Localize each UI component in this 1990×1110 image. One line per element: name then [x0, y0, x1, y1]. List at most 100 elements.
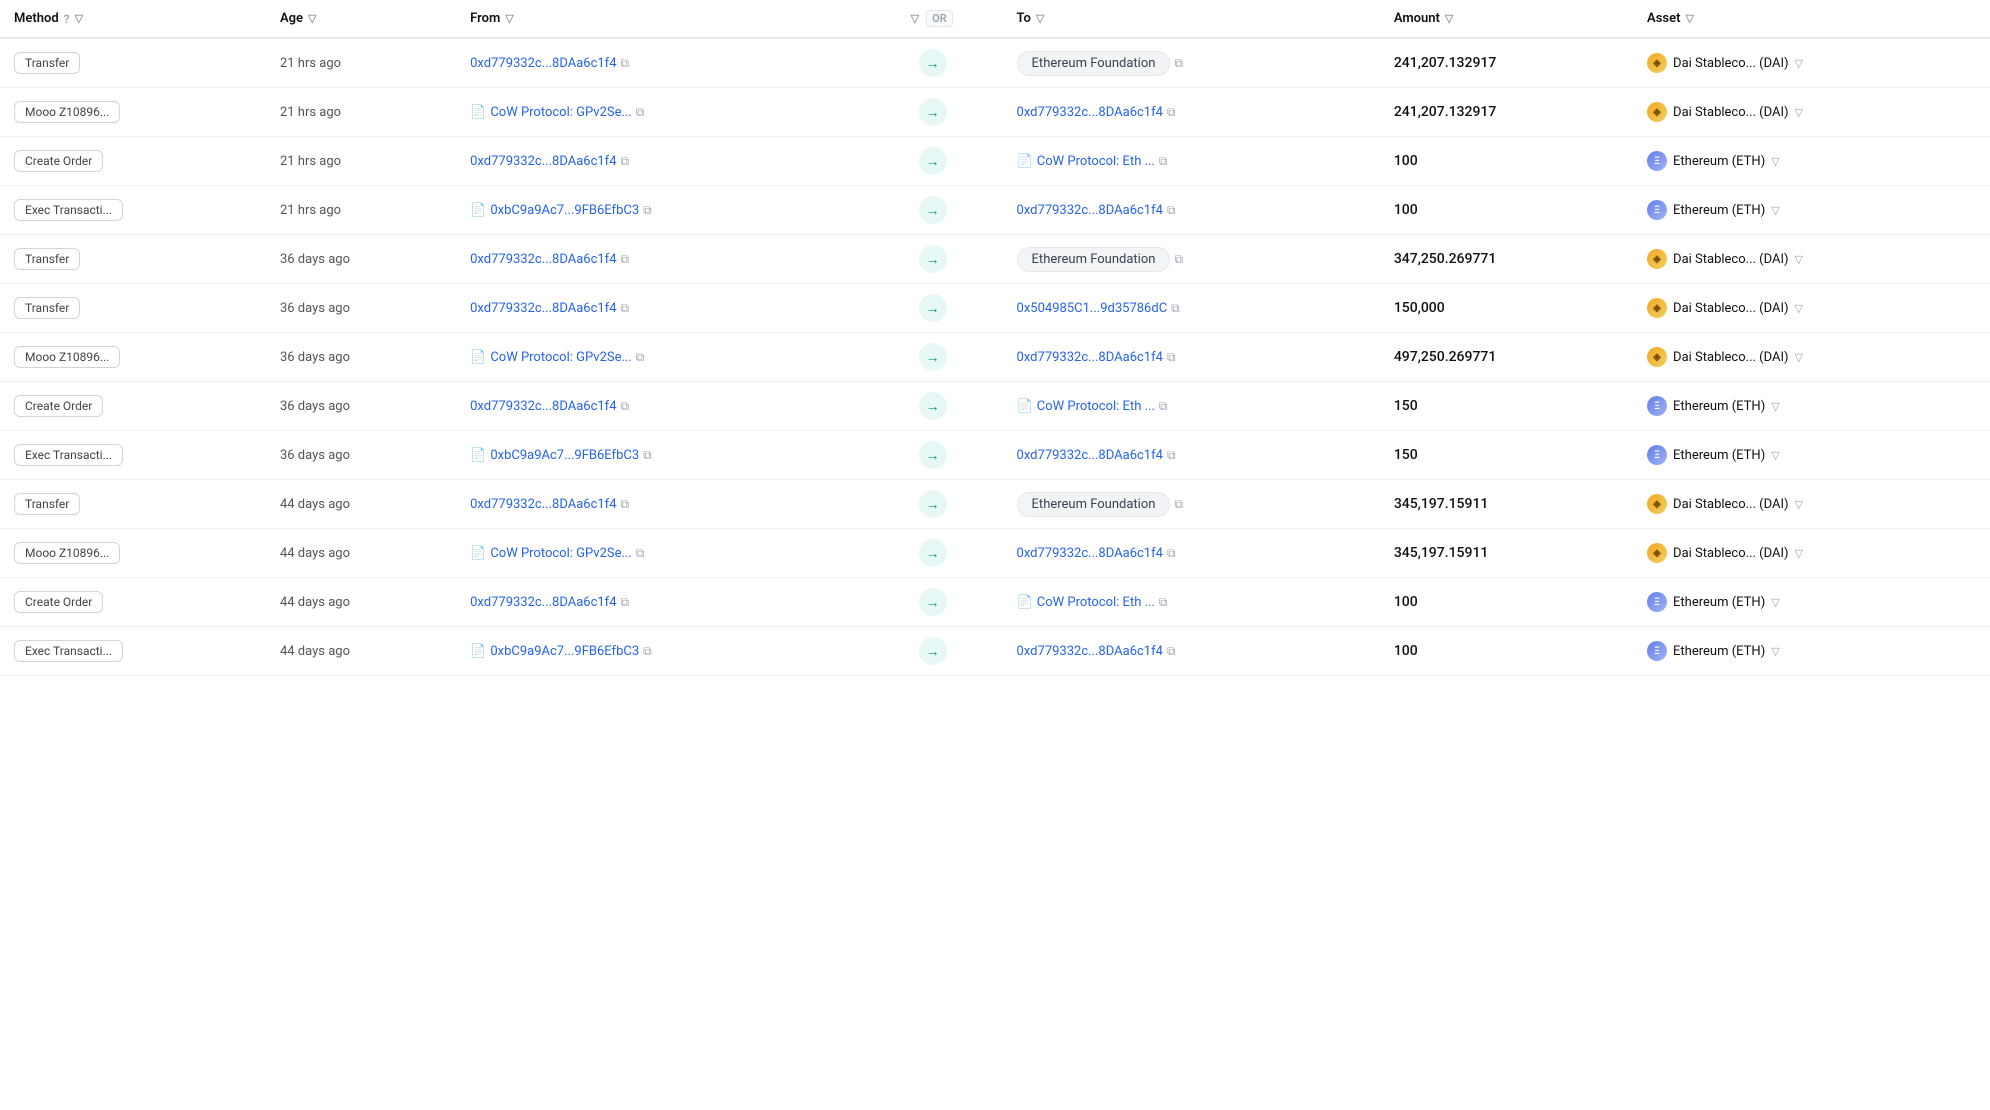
from-address[interactable]: 0xd779332c...8DAa6c1f4	[470, 56, 616, 71]
from-address[interactable]: 0xd779332c...8DAa6c1f4	[470, 399, 616, 414]
from-address[interactable]: 0xd779332c...8DAa6c1f4	[470, 301, 616, 316]
asset-row-filter-icon[interactable]: ▽	[1771, 155, 1779, 168]
to-address[interactable]: 0xd779332c...8DAa6c1f4	[1017, 105, 1163, 120]
from-address[interactable]: CoW Protocol: GPv2Se...	[490, 350, 631, 365]
arrow-button[interactable]: →	[919, 490, 947, 518]
to-address[interactable]: 0xd779332c...8DAa6c1f4	[1017, 546, 1163, 561]
from-copy-icon[interactable]: ⧉	[643, 448, 652, 463]
to-copy-icon[interactable]: ⧉	[1159, 154, 1168, 169]
from-copy-icon[interactable]: ⧉	[636, 105, 645, 120]
arrow-button[interactable]: →	[919, 147, 947, 175]
from-copy-icon[interactable]: ⧉	[621, 56, 630, 71]
arrow-button[interactable]: →	[919, 196, 947, 224]
amount-filter-icon[interactable]: ▽	[1445, 12, 1453, 25]
from-copy-icon[interactable]: ⧉	[621, 154, 630, 169]
asset-row-filter-icon[interactable]: ▽	[1795, 498, 1803, 511]
from-copy-icon[interactable]: ⧉	[636, 546, 645, 561]
to-copy-icon[interactable]: ⧉	[1174, 56, 1183, 71]
arrow-button[interactable]: →	[919, 98, 947, 126]
asset-row-filter-icon[interactable]: ▽	[1771, 400, 1779, 413]
to-address[interactable]: 0xd779332c...8DAa6c1f4	[1017, 350, 1163, 365]
method-badge[interactable]: Create Order	[14, 150, 103, 172]
to-address[interactable]: CoW Protocol: Eth ...	[1037, 595, 1155, 610]
method-filter-icon[interactable]: ▽	[75, 12, 83, 25]
arrow-button[interactable]: →	[919, 588, 947, 616]
foundation-badge[interactable]: Ethereum Foundation	[1017, 492, 1171, 517]
to-copy-icon[interactable]: ⧉	[1167, 644, 1176, 659]
or-filter-icon[interactable]: ▽	[911, 12, 919, 25]
asset-row-filter-icon[interactable]: ▽	[1795, 253, 1803, 266]
method-badge[interactable]: Mooo Z1089​6...	[14, 101, 120, 123]
from-copy-icon[interactable]: ⧉	[643, 644, 652, 659]
method-badge[interactable]: Mooo Z1089​6...	[14, 542, 120, 564]
asset-row-filter-icon[interactable]: ▽	[1795, 302, 1803, 315]
from-copy-icon[interactable]: ⧉	[643, 203, 652, 218]
method-badge[interactable]: Mooo Z1089​6...	[14, 346, 120, 368]
to-address[interactable]: 0xd779332c...8DAa6c1f4	[1017, 644, 1163, 659]
asset-row-filter-icon[interactable]: ▽	[1795, 547, 1803, 560]
arrow-button[interactable]: →	[919, 392, 947, 420]
from-copy-icon[interactable]: ⧉	[621, 399, 630, 414]
to-copy-icon[interactable]: ⧉	[1159, 399, 1168, 414]
to-copy-icon[interactable]: ⧉	[1167, 350, 1176, 365]
arrow-button[interactable]: →	[919, 245, 947, 273]
from-copy-icon[interactable]: ⧉	[621, 497, 630, 512]
to-address[interactable]: CoW Protocol: Eth ...	[1037, 399, 1155, 414]
arrow-button[interactable]: →	[919, 637, 947, 665]
to-copy-icon[interactable]: ⧉	[1167, 203, 1176, 218]
from-copy-icon[interactable]: ⧉	[621, 252, 630, 267]
arrow-button[interactable]: →	[919, 343, 947, 371]
from-address[interactable]: 0xbC9a9Ac7...9FB6EfbC3	[490, 203, 639, 218]
to-copy-icon[interactable]: ⧉	[1171, 301, 1180, 316]
to-copy-icon[interactable]: ⧉	[1159, 595, 1168, 610]
to-address[interactable]: 0x504985C1...9d35786dC	[1017, 301, 1168, 316]
from-address[interactable]: 0xd779332c...8DAa6c1f4	[470, 154, 616, 169]
from-address[interactable]: 0xbC9a9Ac7...9FB6EfbC3	[490, 644, 639, 659]
from-copy-icon[interactable]: ⧉	[636, 350, 645, 365]
method-badge[interactable]: Create Order	[14, 395, 103, 417]
method-badge[interactable]: Exec Transacti...	[14, 199, 123, 221]
foundation-badge[interactable]: Ethereum Foundation	[1017, 51, 1171, 76]
asset-row-filter-icon[interactable]: ▽	[1795, 57, 1803, 70]
from-copy-icon[interactable]: ⧉	[621, 595, 630, 610]
method-badge[interactable]: Exec Transacti...	[14, 640, 123, 662]
arrow-button[interactable]: →	[919, 539, 947, 567]
from-address[interactable]: CoW Protocol: GPv2Se...	[490, 546, 631, 561]
to-address[interactable]: CoW Protocol: Eth ...	[1037, 154, 1155, 169]
to-filter-icon[interactable]: ▽	[1036, 12, 1044, 25]
from-address[interactable]: 0xbC9a9Ac7...9FB6EfbC3	[490, 448, 639, 463]
method-badge[interactable]: Transfer	[14, 297, 80, 319]
asset-row-filter-icon[interactable]: ▽	[1771, 449, 1779, 462]
to-copy-icon[interactable]: ⧉	[1174, 497, 1183, 512]
from-address[interactable]: 0xd779332c...8DAa6c1f4	[470, 252, 616, 267]
to-copy-icon[interactable]: ⧉	[1167, 448, 1176, 463]
asset-row-filter-icon[interactable]: ▽	[1771, 645, 1779, 658]
method-badge[interactable]: Transfer	[14, 493, 80, 515]
to-address[interactable]: 0xd779332c...8DAa6c1f4	[1017, 203, 1163, 218]
method-badge[interactable]: Transfer	[14, 52, 80, 74]
from-address[interactable]: CoW Protocol: GPv2Se...	[490, 105, 631, 120]
asset-row-filter-icon[interactable]: ▽	[1795, 351, 1803, 364]
asset-name: Dai Stableco... (DAI)	[1673, 301, 1789, 316]
asset-row-filter-icon[interactable]: ▽	[1771, 596, 1779, 609]
help-icon[interactable]: ?	[64, 12, 70, 26]
asset-filter-icon[interactable]: ▽	[1685, 12, 1693, 25]
asset-row-filter-icon[interactable]: ▽	[1795, 106, 1803, 119]
to-copy-icon[interactable]: ⧉	[1167, 546, 1176, 561]
arrow-button[interactable]: →	[919, 49, 947, 77]
arrow-button[interactable]: →	[919, 294, 947, 322]
method-badge[interactable]: Transfer	[14, 248, 80, 270]
from-copy-icon[interactable]: ⧉	[621, 301, 630, 316]
to-copy-icon[interactable]: ⧉	[1174, 252, 1183, 267]
to-copy-icon[interactable]: ⧉	[1167, 105, 1176, 120]
foundation-badge[interactable]: Ethereum Foundation	[1017, 247, 1171, 272]
method-badge[interactable]: Exec Transacti...	[14, 444, 123, 466]
asset-row-filter-icon[interactable]: ▽	[1771, 204, 1779, 217]
method-badge[interactable]: Create Order	[14, 591, 103, 613]
age-filter-icon[interactable]: ▽	[308, 12, 316, 25]
from-address[interactable]: 0xd779332c...8DAa6c1f4	[470, 595, 616, 610]
to-address[interactable]: 0xd779332c...8DAa6c1f4	[1017, 448, 1163, 463]
from-filter-icon[interactable]: ▽	[505, 12, 513, 25]
arrow-button[interactable]: →	[919, 441, 947, 469]
from-address[interactable]: 0xd779332c...8DAa6c1f4	[470, 497, 616, 512]
